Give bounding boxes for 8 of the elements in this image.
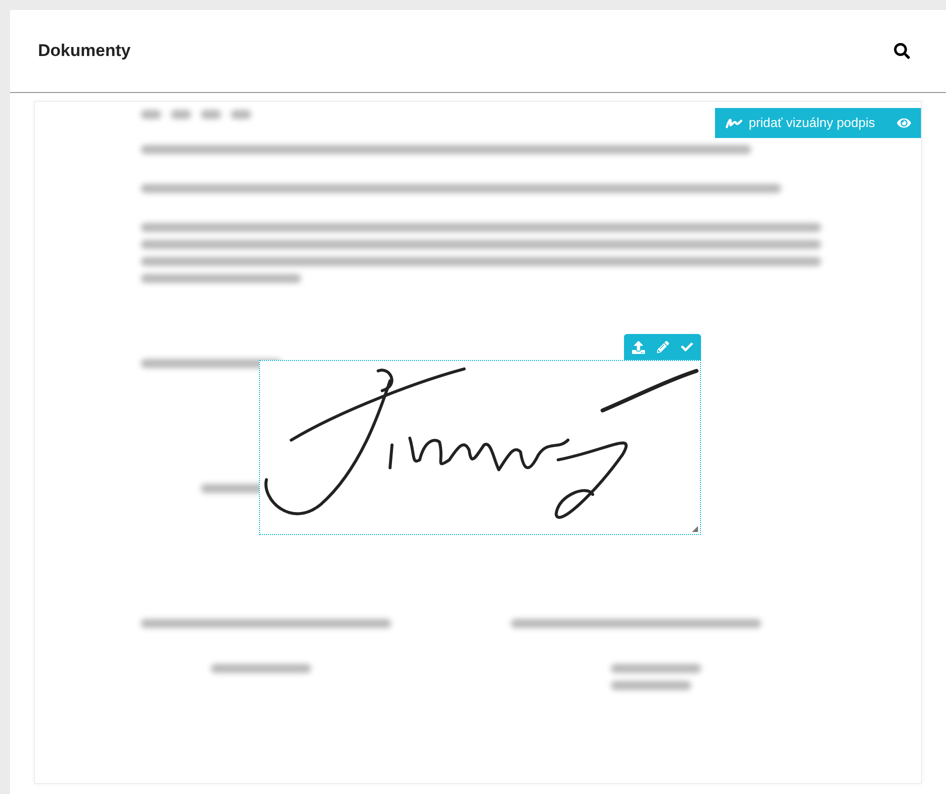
resize-handle-icon[interactable] <box>692 526 698 532</box>
squiggle-icon <box>724 118 743 128</box>
page-title: Dokumenty <box>38 40 131 62</box>
confirm-button[interactable] <box>681 341 693 353</box>
eye-icon <box>897 116 911 130</box>
upload-button[interactable] <box>632 340 645 354</box>
add-signature-button[interactable]: pridať vizuálny podpis <box>714 108 921 138</box>
pencil-button[interactable] <box>657 341 669 353</box>
